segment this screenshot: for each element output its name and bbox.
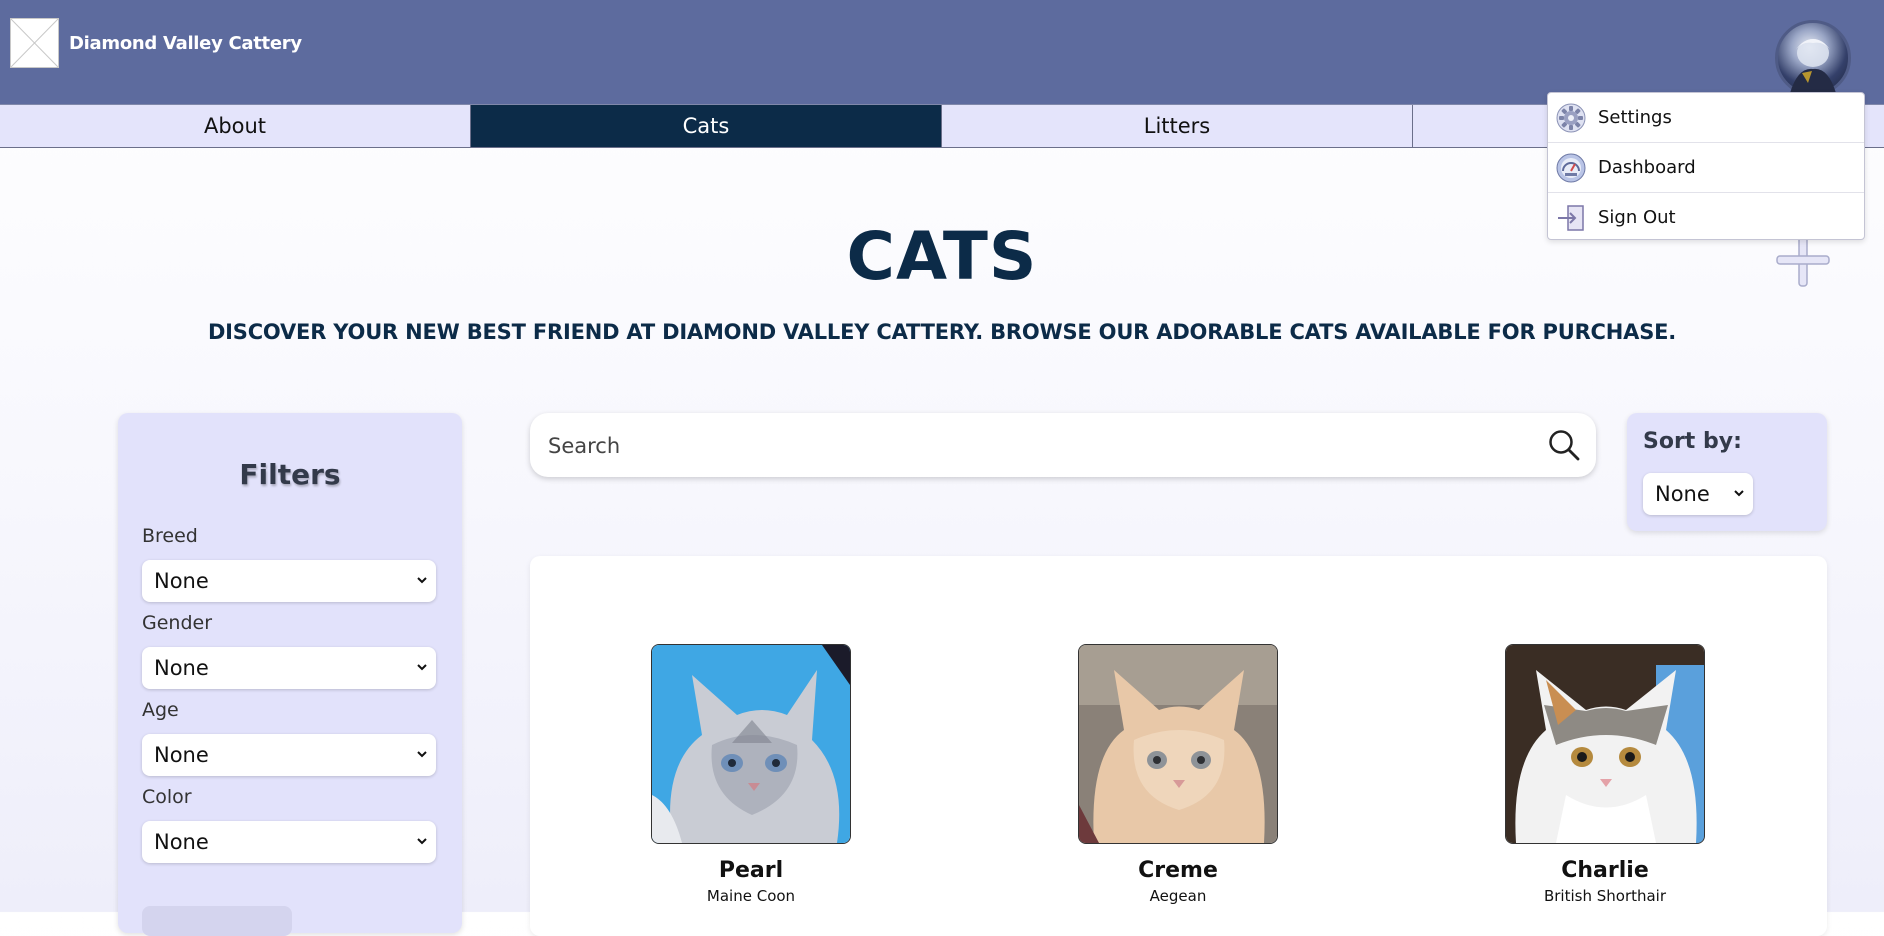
menu-label-sign-out: Sign Out (1598, 207, 1676, 228)
user-menu: Settings Dashboard Sign Out (1547, 92, 1865, 240)
breed-select-value: None (154, 569, 209, 593)
chevron-down-icon (417, 751, 427, 758)
chevron-down-icon (417, 838, 427, 845)
sort-select[interactable]: None (1643, 473, 1753, 515)
cat-breed: Aegean (1149, 887, 1207, 905)
cat-name: Pearl (718, 858, 784, 883)
cat-photo (651, 644, 851, 844)
color-select[interactable]: None (142, 821, 436, 863)
cat-name: Creme (1138, 858, 1218, 883)
brand-name[interactable]: Diamond Valley Cattery (69, 33, 302, 54)
cat-name: Charlie (1561, 858, 1649, 883)
menu-label-settings: Settings (1598, 107, 1672, 128)
cat-breed: British Shorthair (1543, 887, 1667, 905)
filter-label-color: Color (142, 786, 192, 808)
search-icon[interactable] (1547, 428, 1581, 462)
nav-cats[interactable]: Cats (471, 105, 942, 147)
chevron-down-icon (1734, 490, 1744, 497)
search-input[interactable] (546, 425, 1510, 467)
filters-title: Filters (239, 458, 341, 491)
breed-select[interactable]: None (142, 560, 436, 602)
cat-photo (1078, 644, 1278, 844)
dashboard-icon (1556, 153, 1586, 183)
gender-select-value: None (154, 656, 209, 680)
sort-panel: Sort by: None (1627, 413, 1827, 531)
page-subtitle: DISCOVER YOUR NEW BEST FRIEND AT DIAMOND… (207, 320, 1677, 344)
chevron-down-icon (417, 577, 427, 584)
sort-select-value: None (1655, 482, 1710, 506)
search-bar (530, 413, 1596, 477)
menu-item-dashboard[interactable]: Dashboard (1548, 143, 1864, 193)
nav-litters[interactable]: Litters (942, 105, 1413, 147)
menu-item-settings[interactable]: Settings (1548, 93, 1864, 143)
gear-icon (1556, 103, 1586, 133)
filter-apply-button[interactable] (142, 906, 292, 936)
color-select-value: None (154, 830, 209, 854)
sign-out-icon (1556, 203, 1586, 233)
cat-grid: Pearl Maine Coon Creme Aegean Charlie Br… (530, 556, 1827, 936)
cat-card[interactable]: Pearl Maine Coon (621, 644, 881, 905)
nav-about[interactable]: About (0, 105, 471, 147)
top-header: Diamond Valley Cattery (0, 0, 1884, 104)
gender-select[interactable]: None (142, 647, 436, 689)
sort-label: Sort by: (1643, 429, 1742, 454)
filters-panel: Filters Breed None Gender None Age None … (118, 413, 462, 936)
age-select[interactable]: None (142, 734, 436, 776)
filter-label-gender: Gender (142, 612, 213, 634)
menu-label-dashboard: Dashboard (1598, 157, 1696, 178)
chevron-down-icon (417, 664, 427, 671)
cat-photo (1505, 644, 1705, 844)
cat-card[interactable]: Creme Aegean (1048, 644, 1308, 905)
menu-item-sign-out[interactable]: Sign Out (1548, 193, 1864, 242)
filter-label-breed: Breed (142, 525, 198, 547)
filter-label-age: Age (142, 699, 179, 721)
user-avatar[interactable] (1775, 20, 1851, 96)
age-select-value: None (154, 743, 209, 767)
broken-image-icon[interactable] (10, 18, 59, 68)
cat-card[interactable]: Charlie British Shorthair (1475, 644, 1735, 905)
cat-breed: Maine Coon (706, 887, 796, 905)
